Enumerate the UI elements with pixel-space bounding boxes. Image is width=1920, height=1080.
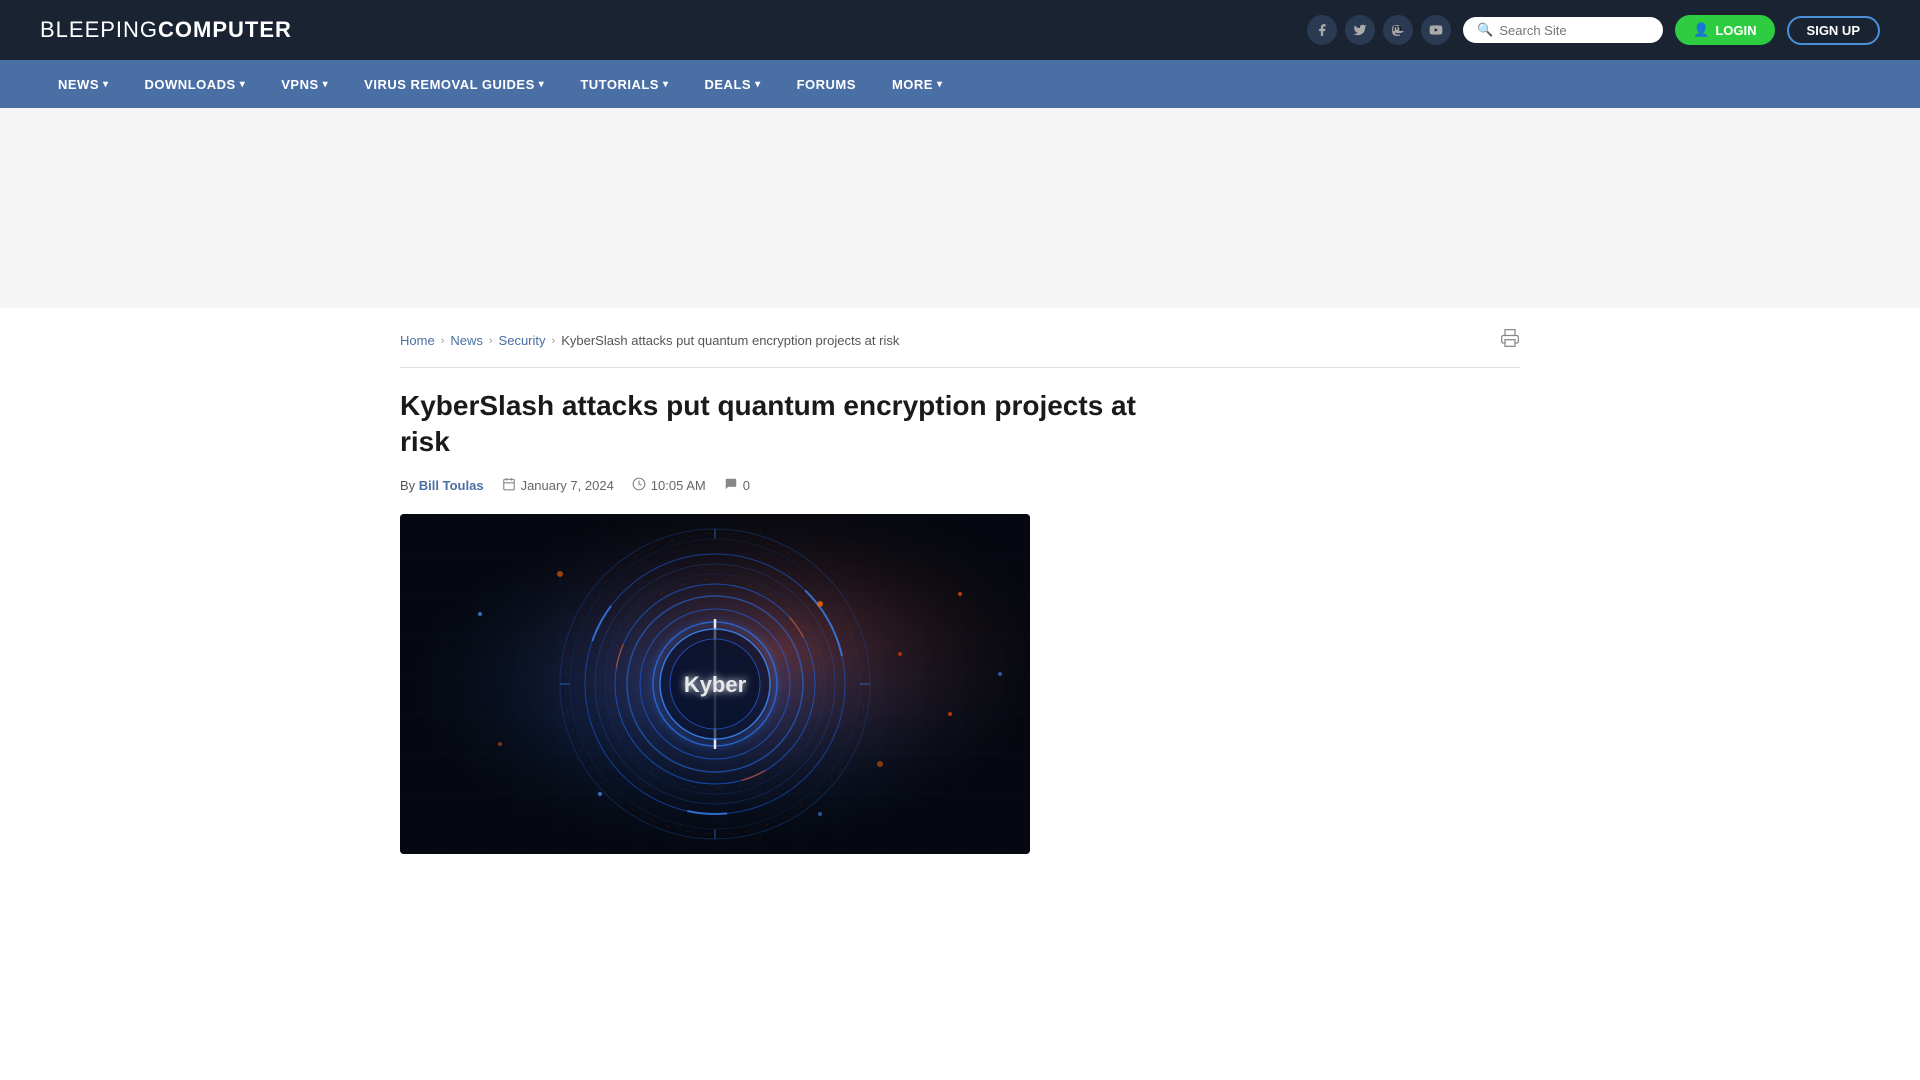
author-link[interactable]: Bill Toulas: [419, 478, 484, 493]
nav-item-more[interactable]: MORE ▾: [874, 60, 961, 108]
nav-item-virus-removal[interactable]: VIRUS REMOVAL GUIDES ▾: [346, 60, 562, 108]
site-header: BLEEPINGCOMPUTER 🔍 👤 LOGIN SIGN UP: [0, 0, 1920, 60]
nav-item-downloads[interactable]: DOWNLOADS ▾: [127, 60, 264, 108]
facebook-icon[interactable]: [1307, 15, 1337, 45]
advertisement-banner: [0, 108, 1920, 308]
nav-item-news[interactable]: NEWS ▾: [40, 60, 127, 108]
more-dropdown-arrow: ▾: [937, 79, 943, 90]
vpns-dropdown-arrow: ▾: [323, 79, 329, 90]
site-logo[interactable]: BLEEPINGCOMPUTER: [40, 17, 292, 43]
nav-item-vpns[interactable]: VPNS ▾: [263, 60, 346, 108]
article-title: KyberSlash attacks put quantum encryptio…: [400, 388, 1190, 461]
breadcrumb-sep-3: ›: [552, 335, 556, 347]
deals-dropdown-arrow: ▾: [755, 79, 761, 90]
breadcrumb-news[interactable]: News: [450, 333, 483, 348]
svg-text:Kyber: Kyber: [684, 672, 747, 697]
calendar-icon: [502, 477, 516, 494]
content-area: KyberSlash attacks put quantum encryptio…: [400, 388, 1520, 854]
breadcrumb-current: KyberSlash attacks put quantum encryptio…: [561, 333, 899, 348]
breadcrumb-sep-2: ›: [489, 335, 493, 347]
search-input[interactable]: [1499, 23, 1649, 38]
nav-item-forums[interactable]: FORUMS: [779, 60, 874, 108]
downloads-dropdown-arrow: ▾: [240, 79, 246, 90]
main-nav: NEWS ▾ DOWNLOADS ▾ VPNS ▾ VIRUS REMOVAL …: [0, 60, 1920, 108]
article-meta: By Bill Toulas January 7, 2024 10:05 AM: [400, 477, 1190, 494]
breadcrumb: Home › News › Security › KyberSlash atta…: [400, 328, 1520, 368]
article-date: January 7, 2024: [502, 477, 614, 494]
logo-light: BLEEPING: [40, 17, 158, 42]
nav-item-deals[interactable]: DEALS ▾: [687, 60, 779, 108]
youtube-icon[interactable]: [1421, 15, 1451, 45]
tutorials-dropdown-arrow: ▾: [663, 79, 669, 90]
news-dropdown-arrow: ▾: [103, 79, 109, 90]
article-hero-image: Kyber: [400, 514, 1030, 854]
nav-item-tutorials[interactable]: TUTORIALS ▾: [562, 60, 686, 108]
breadcrumb-security[interactable]: Security: [499, 333, 546, 348]
article-time: 10:05 AM: [632, 477, 706, 494]
breadcrumb-sep-1: ›: [441, 335, 445, 347]
print-button[interactable]: [1500, 328, 1520, 353]
article-sidebar: [1220, 388, 1520, 854]
header-right: 🔍 👤 LOGIN SIGN UP: [1307, 15, 1880, 45]
clock-icon: [632, 477, 646, 494]
social-icons: [1307, 15, 1451, 45]
breadcrumb-left: Home › News › Security › KyberSlash atta…: [400, 333, 899, 348]
login-user-icon: 👤: [1693, 22, 1709, 38]
signup-button[interactable]: SIGN UP: [1787, 16, 1880, 45]
logo-bold: COMPUTER: [158, 17, 292, 42]
search-box[interactable]: 🔍: [1463, 17, 1663, 43]
article-author: By Bill Toulas: [400, 478, 484, 493]
main-container: Home › News › Security › KyberSlash atta…: [360, 308, 1560, 874]
comment-icon: [724, 477, 738, 494]
virus-dropdown-arrow: ▾: [539, 79, 545, 90]
article-comments: 0: [724, 477, 750, 494]
twitter-icon[interactable]: [1345, 15, 1375, 45]
mastodon-icon[interactable]: [1383, 15, 1413, 45]
search-icon: 🔍: [1477, 22, 1493, 38]
login-button[interactable]: 👤 LOGIN: [1675, 15, 1774, 45]
breadcrumb-home[interactable]: Home: [400, 333, 435, 348]
article-body: KyberSlash attacks put quantum encryptio…: [400, 388, 1190, 854]
